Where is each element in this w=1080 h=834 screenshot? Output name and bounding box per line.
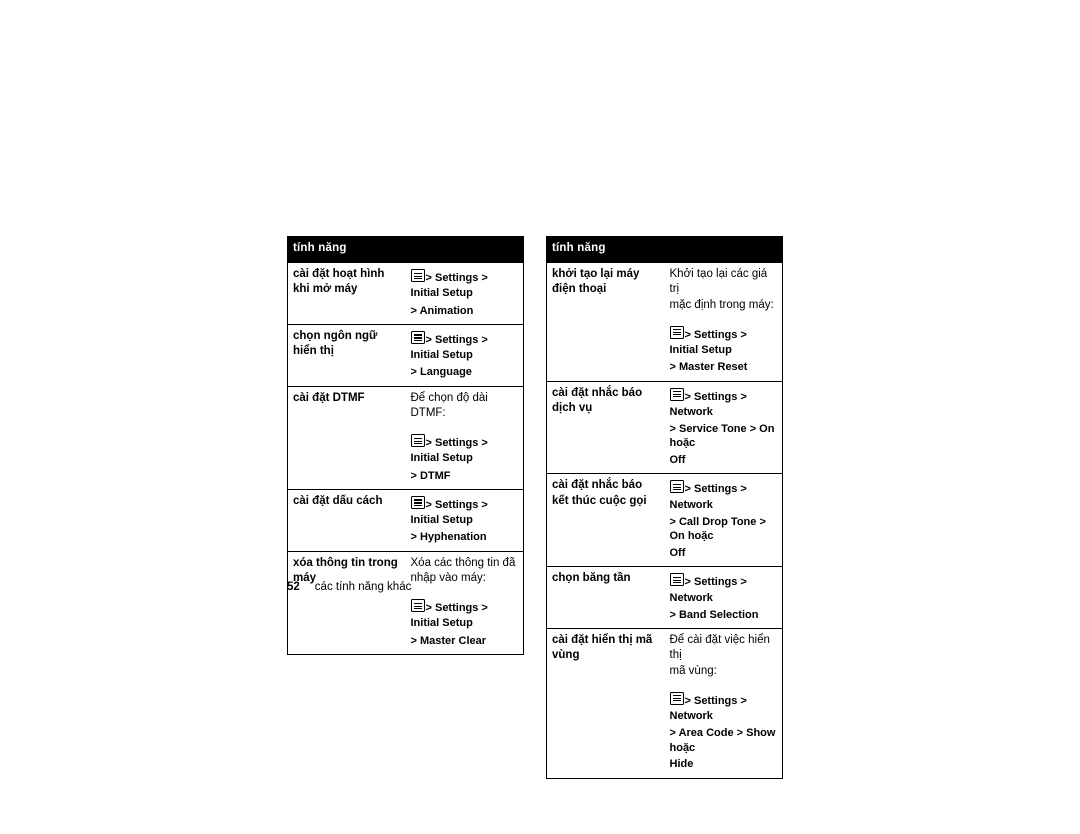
feature-description: Xóa các thông tin đã nhập vào máy: > Set… — [405, 550, 524, 655]
table-row: cài đặt dấu cách > Settings > Initial Se… — [287, 489, 524, 552]
menu-key-icon — [410, 496, 425, 510]
feature-description: Để chọn độ dài DTMF: > Settings > Initia… — [405, 385, 524, 490]
table-row: xóa thông tin trong máy Xóa các thông ti… — [287, 550, 524, 655]
feature-term: cài đặt dấu cách — [287, 489, 406, 552]
menu-key-icon — [410, 434, 425, 448]
feature-description: > Settings > Initial Setup > Animation — [405, 262, 524, 325]
menu-path-text: > DTMF — [410, 469, 451, 482]
menu-path-text: Hide — [669, 758, 694, 771]
feature-term: cài đặt DTMF — [287, 385, 406, 490]
menu-path-line: > Settings > Network — [669, 691, 778, 724]
table-row: cài đặt nhắc báo kết thúc cuộc gọi > Set… — [546, 473, 783, 567]
feature-desc-line: Để cài đặt việc hiển thị — [669, 634, 770, 662]
menu-key-icon — [669, 480, 684, 494]
feature-term: xóa thông tin trong máy — [287, 550, 406, 655]
feature-description: > Settings > Network > Service Tone > On… — [664, 380, 783, 474]
menu-path-text: > Area Code > Show hoặc — [669, 727, 776, 754]
menu-path-text: > Animation — [410, 304, 474, 317]
manual-page: tính năng cài đặt hoạt hình khi mở máy >… — [0, 0, 1080, 834]
menu-path-line: > Settings > Network — [669, 573, 778, 605]
menu-path-text: > Hyphenation — [410, 531, 487, 544]
menu-path-line: > Settings > Network — [669, 480, 778, 512]
page-footer: 52 các tính năng khác — [287, 581, 411, 593]
menu-key-icon — [410, 331, 425, 345]
menu-key-icon — [669, 387, 684, 401]
menu-key-icon — [669, 573, 684, 587]
menu-path-text: Off — [669, 453, 686, 466]
menu-path-line: > Settings > Initial Setup — [410, 331, 519, 363]
table-row: cài đặt hoạt hình khi mở máy > Settings … — [287, 262, 524, 325]
feature-term: chọn băng tần — [546, 566, 665, 629]
feature-term: khởi tạo lại máy điện thoại — [546, 262, 665, 382]
table-row: cài đặt nhắc báo dịch vụ > Settings > Ne… — [546, 380, 783, 474]
feature-description: > Settings > Network > Call Drop Tone > … — [664, 473, 783, 567]
feature-desc-line: Để chọn độ dài DTMF: — [410, 391, 488, 420]
table-row: cài đặt DTMF Để chọn độ dài DTMF: > Sett… — [287, 385, 524, 490]
menu-path-line: > Settings > Initial Setup — [410, 599, 519, 631]
menu-key-icon — [669, 325, 684, 339]
feature-desc-line: nhập vào máy: — [410, 572, 486, 585]
menu-path-text: > Band Selection — [669, 608, 759, 621]
feature-desc-line: Khởi tạo lại các giá trị — [669, 268, 768, 296]
feature-description: Để cài đặt việc hiển thị mã vùng: > Sett… — [664, 628, 783, 779]
footer-section-title: các tính năng khác — [314, 581, 412, 593]
menu-path-text: > Master Clear — [410, 634, 487, 647]
menu-path-line: > Settings > Initial Setup — [669, 325, 778, 358]
menu-key-icon — [410, 599, 425, 613]
page-number: 52 — [287, 581, 300, 593]
menu-path-line: > Settings > Initial Setup — [410, 434, 519, 466]
menu-key-icon — [410, 269, 425, 283]
table-row: chọn ngôn ngữ hiển thị > Settings > Init… — [287, 324, 524, 387]
menu-path-text: > Master Reset — [669, 361, 748, 374]
table-row: chọn băng tần > Settings > Network > Ban… — [546, 566, 783, 629]
menu-path-text: > Call Drop Tone > On hoặc — [669, 515, 766, 543]
feature-description: Khởi tạo lại các giá trị mặc định trong … — [664, 262, 783, 382]
feature-desc-line: mã vùng: — [669, 664, 717, 677]
feature-term: cài đặt nhắc báo dịch vụ — [546, 380, 665, 474]
right-table-header-label: tính năng — [546, 236, 783, 263]
feature-desc-line: Xóa các thông tin đã — [410, 556, 516, 569]
feature-term: cài đặt nhắc báo kết thúc cuộc gọi — [546, 473, 665, 567]
feature-term: cài đặt hiển thị mã vùng — [546, 628, 665, 779]
menu-path-text: > Language — [410, 366, 472, 379]
feature-term: cài đặt hoạt hình khi mở máy — [287, 262, 406, 325]
feature-description: > Settings > Network > Band Selection — [664, 566, 783, 629]
feature-term: chọn ngôn ngữ hiển thị — [287, 324, 406, 387]
menu-path-line: > Settings > Network — [669, 387, 778, 420]
menu-path-text: > Service Tone > On hoặc — [669, 422, 775, 450]
left-table-header-label: tính năng — [287, 236, 524, 263]
right-feature-table-container: tính năng khởi tạo lại máy điện thoại Kh… — [546, 236, 783, 779]
feature-description: > Settings > Initial Setup > Language — [405, 324, 524, 387]
menu-path-line: > Settings > Initial Setup — [410, 496, 519, 528]
feature-description: > Settings > Initial Setup > Hyphenation — [405, 489, 524, 552]
left-table-header-row: tính năng — [287, 236, 524, 263]
right-feature-table: tính năng khởi tạo lại máy điện thoại Kh… — [546, 236, 783, 779]
menu-key-icon — [669, 691, 684, 705]
feature-desc-line: mặc định trong máy: — [669, 298, 774, 311]
table-row: cài đặt hiển thị mã vùng Để cài đặt việc… — [546, 628, 783, 779]
menu-path-line: > Settings > Initial Setup — [410, 269, 519, 301]
right-table-header-row: tính năng — [546, 236, 783, 263]
table-row: khởi tạo lại máy điện thoại Khởi tạo lại… — [546, 262, 783, 382]
menu-path-text: Off — [669, 546, 686, 559]
